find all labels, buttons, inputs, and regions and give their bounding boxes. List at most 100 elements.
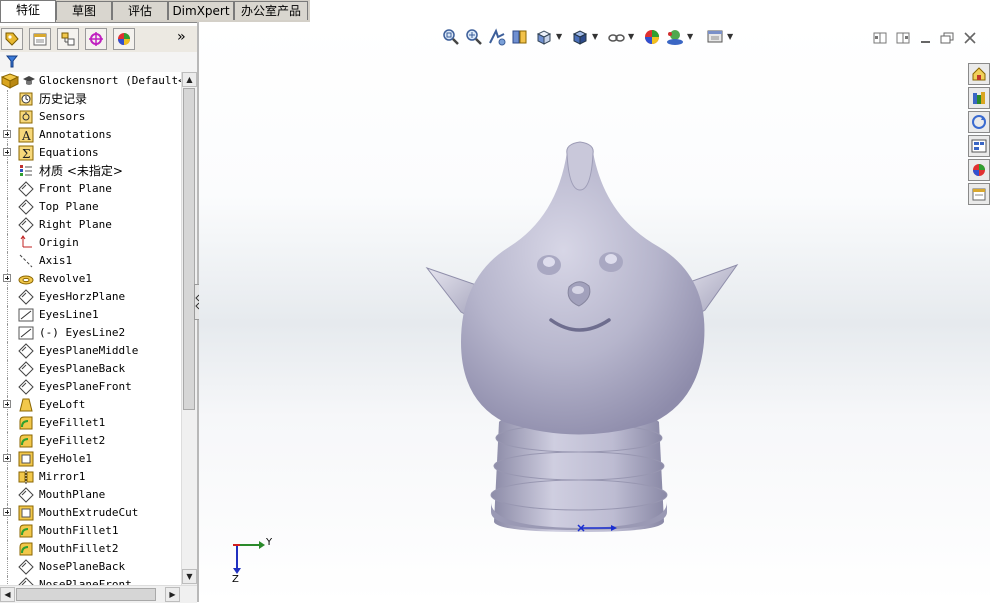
- axis-icon: [18, 253, 34, 269]
- tree-item[interactable]: EyeHole1: [0, 450, 181, 468]
- tree-item-label: MouthPlane: [39, 488, 106, 501]
- file-explorer-tab[interactable]: [968, 111, 990, 133]
- expand-toggle-icon[interactable]: [3, 130, 11, 138]
- tab-features[interactable]: 特征: [0, 0, 56, 22]
- tree-item[interactable]: EyesPlaneBack: [0, 360, 181, 378]
- tab-office-products[interactable]: 办公室产品: [234, 1, 308, 20]
- tree-item[interactable]: 材质 <未指定>: [0, 162, 181, 180]
- tree-item[interactable]: EyeLoft: [0, 396, 181, 414]
- tree-vertical-scrollbar[interactable]: ▲ ▼: [181, 72, 197, 585]
- expand-toggle-icon[interactable]: [3, 454, 11, 462]
- tree-item-label: EyeHole1: [39, 452, 92, 465]
- tree-connector: [7, 306, 8, 324]
- tree-item[interactable]: EyeFillet2: [0, 432, 181, 450]
- tree-connector: [7, 234, 8, 252]
- tree-item[interactable]: MouthPlane: [0, 486, 181, 504]
- expand-panel-button[interactable]: »: [177, 29, 185, 45]
- tree-item-label: Right Plane: [39, 218, 112, 231]
- tree-connector: [7, 252, 8, 270]
- view-palette-tab[interactable]: [968, 135, 990, 157]
- custom-properties-icon: [972, 188, 986, 201]
- filter-bar[interactable]: [0, 52, 197, 73]
- tree-item[interactable]: EyesPlaneFront: [0, 378, 181, 396]
- tree-item[interactable]: Right Plane: [0, 216, 181, 234]
- graphics-area[interactable]: ▼ ▼ ▼ ▼ ▼ Y Z: [199, 22, 990, 602]
- tree-item[interactable]: MouthExtrudeCut: [0, 504, 181, 522]
- glockensnort-model[interactable]: [199, 22, 990, 602]
- tree-item[interactable]: MouthFillet1: [0, 522, 181, 540]
- configurationmanager-tab[interactable]: [57, 28, 79, 50]
- expand-toggle-icon[interactable]: [3, 400, 11, 408]
- tree-item[interactable]: EyesHorzPlane: [0, 288, 181, 306]
- tree-item[interactable]: Σ Equations: [0, 144, 181, 162]
- tree-item[interactable]: A Annotations: [0, 126, 181, 144]
- scroll-up-button[interactable]: ▲: [182, 72, 197, 87]
- appearances-icon: [973, 164, 985, 176]
- h-scroll-thumb[interactable]: [16, 588, 156, 601]
- tree-item[interactable]: 历史记录: [0, 90, 181, 108]
- tree-item-label: Axis1: [39, 254, 73, 267]
- tree-item[interactable]: EyesPlaneMiddle: [0, 342, 181, 360]
- expand-toggle-icon[interactable]: [3, 508, 11, 516]
- tree-item[interactable]: Axis1: [0, 252, 181, 270]
- propertymanager-tab[interactable]: [29, 28, 51, 50]
- tree-connector: [7, 378, 8, 396]
- custom-properties-tab[interactable]: [968, 183, 990, 205]
- tree-connector: [7, 342, 8, 360]
- tree-root[interactable]: Glockensnort (Default<<: [0, 72, 181, 90]
- plane-icon: [18, 379, 34, 395]
- tree-item[interactable]: NosePlaneBack: [0, 558, 181, 576]
- triad-axes-icon: [233, 541, 265, 574]
- triad-z-label: Z: [232, 574, 239, 585]
- tree-item[interactable]: Front Plane: [0, 180, 181, 198]
- cut-icon: [18, 505, 34, 521]
- scroll-down-button[interactable]: ▼: [182, 569, 197, 584]
- tree-item[interactable]: Sensors: [0, 108, 181, 126]
- tree-connector: [7, 162, 8, 180]
- appearances-tab[interactable]: [968, 159, 990, 181]
- sensor-icon: [18, 109, 34, 125]
- loft-icon: [18, 397, 34, 413]
- task-pane-tabs: [966, 63, 990, 207]
- scroll-left-button[interactable]: ◀: [0, 587, 15, 602]
- dimxpertmanager-tab[interactable]: [85, 28, 107, 50]
- tree-item[interactable]: Top Plane: [0, 198, 181, 216]
- tree-item[interactable]: NosePlaneFront: [0, 576, 181, 585]
- tree-item[interactable]: EyesLine1: [0, 306, 181, 324]
- design-library-tab[interactable]: [968, 87, 990, 109]
- tab-dimxpert[interactable]: DimXpert: [168, 1, 234, 20]
- tree-connector: [7, 108, 8, 126]
- tree-item-label: EyesHorzPlane: [39, 290, 126, 303]
- tree-item[interactable]: MouthFillet2: [0, 540, 181, 558]
- tree-item-label: NosePlaneBack: [39, 560, 126, 573]
- tree-horizontal-scrollbar[interactable]: ◀ ▶: [0, 585, 197, 603]
- displaymanager-tab[interactable]: [113, 28, 135, 50]
- expand-toggle-icon[interactable]: [3, 148, 11, 156]
- tab-sketch[interactable]: 草图: [56, 1, 112, 20]
- plane-icon: [18, 217, 34, 233]
- feature-tree: Glockensnort (Default<< 历史记录 Sensors A Anno…: [0, 72, 181, 585]
- origin-icon: [18, 235, 34, 251]
- cut-icon: [18, 451, 34, 467]
- expand-toggle-icon[interactable]: [3, 274, 11, 282]
- view-palette-icon: [971, 139, 987, 153]
- tab-evaluate[interactable]: 评估: [112, 1, 168, 20]
- tree-item[interactable]: Origin: [0, 234, 181, 252]
- tree-item[interactable]: (-) EyesLine2: [0, 324, 181, 342]
- tree-item[interactable]: Revolve1: [0, 270, 181, 288]
- plane-icon: [18, 343, 34, 359]
- solidworks-resources-tab[interactable]: [968, 63, 990, 85]
- plane-icon: [18, 577, 34, 585]
- tree-item[interactable]: Mirror1: [0, 468, 181, 486]
- plane-icon: [18, 361, 34, 377]
- featuremanager-tab[interactable]: [1, 28, 23, 50]
- reference-triad: Y Z: [232, 537, 283, 585]
- tree-item[interactable]: EyeFillet1: [0, 414, 181, 432]
- propertymanager-icon: [33, 33, 47, 46]
- plane-icon: [18, 559, 34, 575]
- tree-connector: [7, 468, 8, 486]
- tree-item-label: EyesPlaneFront: [39, 380, 132, 393]
- design-library-icon: [973, 92, 985, 104]
- scroll-right-button[interactable]: ▶: [165, 587, 180, 602]
- scroll-thumb[interactable]: [183, 88, 195, 410]
